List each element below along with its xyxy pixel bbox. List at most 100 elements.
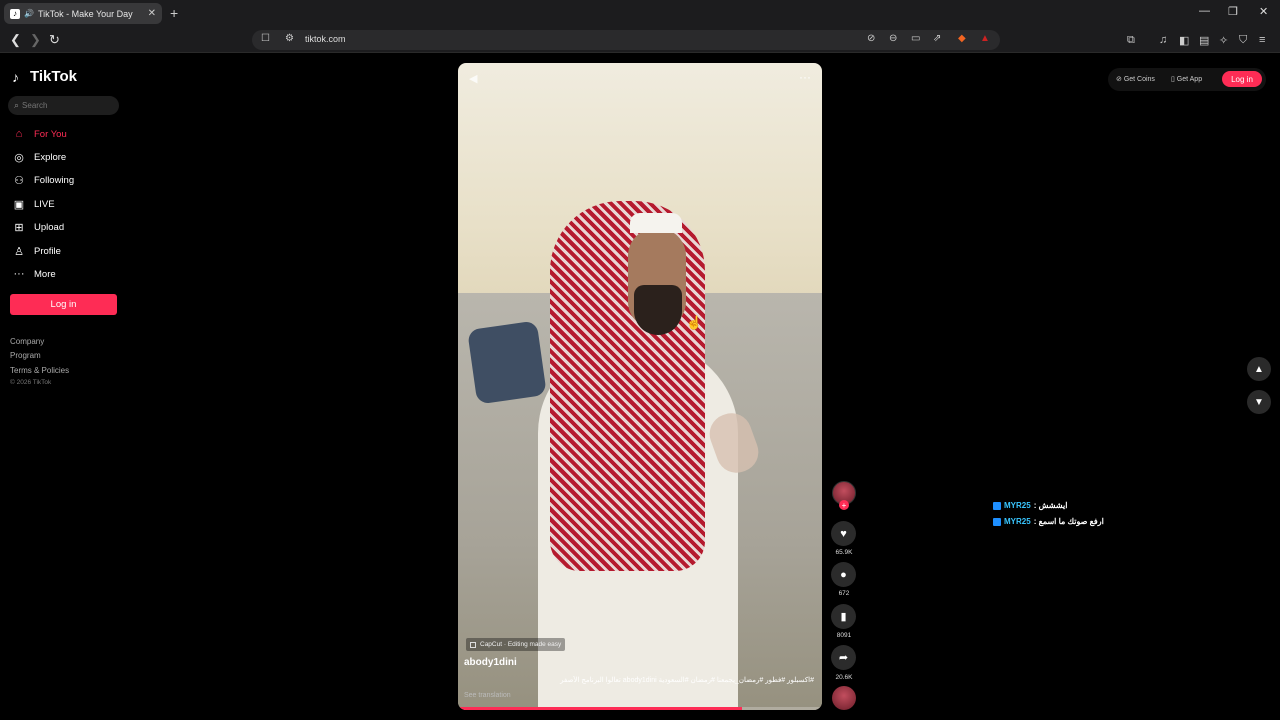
sidebar-item-label: LIVE <box>34 199 55 210</box>
video-frame-pillow <box>467 320 547 405</box>
previous-video-button[interactable]: ▲ <box>1247 357 1271 381</box>
search-input[interactable] <box>22 101 113 110</box>
comment-button[interactable]: ● <box>831 562 856 587</box>
chat-badge-icon <box>993 517 1001 526</box>
get-coins-button[interactable]: ⊘ Get Coins <box>1116 75 1155 83</box>
sidebar-item-label: Explore <box>34 152 67 163</box>
chat-message: MYR25 : ارفع صوتك ما اسمع <box>993 517 1104 526</box>
logo-text: TikTok <box>30 68 77 85</box>
close-window-button[interactable]: ✕ <box>1259 5 1268 18</box>
vpn-icon[interactable]: ⛉ <box>1239 34 1247 47</box>
footer-link-company[interactable]: Company <box>10 337 44 346</box>
brave-shield-icon[interactable]: ◆ <box>958 33 966 44</box>
chat-username: MYR25 <box>1004 517 1031 526</box>
live-icon: ▣ <box>13 199 25 211</box>
share-arrow-icon: ➦ <box>838 652 849 664</box>
home-icon: ⌂ <box>15 128 23 140</box>
tab-close-icon[interactable]: ✕ <box>148 8 156 19</box>
share-icon[interactable]: ⇗ <box>933 33 941 44</box>
capcut-label: CapCut · Editing made easy <box>480 641 562 648</box>
sidebar-item-more[interactable]: ··· More <box>12 268 56 280</box>
site-info-icon[interactable]: ⚙ <box>285 33 294 44</box>
video-progress-fill <box>458 707 742 710</box>
comment-icon: ● <box>840 568 847 581</box>
sidebar-item-label: More <box>34 268 56 280</box>
sidebar-item-profile[interactable]: ♙ Profile <box>12 245 61 258</box>
chat-text: : ارفع صوتك ما اسمع <box>1033 517 1104 526</box>
share-button[interactable]: ➦ <box>831 645 856 670</box>
sidebar-icon[interactable]: ◧ <box>1179 34 1189 47</box>
tab-search-icon[interactable]: ⧉ <box>1127 34 1135 47</box>
top-login-button[interactable]: Log in <box>1222 71 1262 87</box>
comment-count: 672 <box>838 590 850 597</box>
share-count: 20.6K <box>835 674 853 681</box>
sidebar-item-label: For You <box>34 128 67 140</box>
following-icon: ⚇ <box>14 175 24 187</box>
wallet-icon[interactable]: ▤ <box>1199 34 1209 47</box>
chat-username: MYR25 <box>1004 501 1031 510</box>
address-bar[interactable]: ☐ ⚙ tiktok.com ⊘ ⊖ ▭ ⇗ ◆ ▲ <box>252 30 1000 50</box>
chat-badge-icon <box>993 501 1001 510</box>
copyright: © 2026 TikTok <box>10 379 52 386</box>
tiktok-logo[interactable]: ♪ TikTok <box>12 68 77 85</box>
sidebar-item-for-you[interactable]: ⌂ For You <box>12 128 67 140</box>
chevron-up-icon: ▲ <box>1254 363 1264 375</box>
music-disc-avatar[interactable] <box>832 686 856 710</box>
mute-icon[interactable]: ◀ <box>469 72 477 85</box>
cast-icon[interactable]: ▭ <box>911 33 920 44</box>
browser-tab-bar: ♪ 🔊 TikTok - Make Your Day ✕ + — ❐ ✕ <box>0 0 1280 27</box>
sidebar-item-live[interactable]: ▣ LIVE <box>12 198 55 211</box>
footer-link-terms[interactable]: Terms & Policies <box>10 366 69 375</box>
browser-nav-bar: ❮ ❯ ↻ ☐ ⚙ tiktok.com ⊘ ⊖ ▭ ⇗ ◆ ▲ ⧉ ♫ ◧ ▤… <box>0 27 1280 53</box>
back-icon[interactable]: ❮ <box>10 32 21 48</box>
video-player[interactable]: ◀ ··· ☝ CapCut · Editing made easy abody… <box>458 63 822 710</box>
video-frame-cap <box>630 213 682 233</box>
no-tracking-icon[interactable]: ⊘ <box>867 33 875 44</box>
footer-link-program[interactable]: Program <box>10 351 41 360</box>
speaker-icon: 🔊 <box>24 9 34 18</box>
more-options-icon[interactable]: ··· <box>799 70 811 84</box>
like-button[interactable]: ♥ <box>831 521 856 546</box>
sidebar-item-explore[interactable]: ◎ Explore <box>12 151 66 164</box>
sidebar-item-label: Profile <box>34 246 61 257</box>
search-box[interactable]: ⌕ <box>8 96 119 115</box>
zoom-icon[interactable]: ⊖ <box>889 33 897 44</box>
see-translation-link[interactable]: See translation <box>464 692 511 699</box>
cursor-icon: ☝ <box>686 315 703 330</box>
video-frame-beard <box>634 285 682 335</box>
like-count: 65.9K <box>835 549 853 556</box>
video-description: #اكسبلور #فطور #رمضان_يجمعنا #رمضان #الس… <box>560 677 814 684</box>
menu-icon[interactable]: ≡ <box>1259 34 1265 46</box>
bookmark-icon[interactable]: ☐ <box>261 33 270 44</box>
leo-ai-icon[interactable]: ✧ <box>1219 34 1228 47</box>
tiktok-favicon-icon: ♪ <box>10 8 20 19</box>
maximize-button[interactable]: ❐ <box>1228 5 1238 18</box>
sidebar-item-label: Upload <box>34 222 65 233</box>
get-app-label: Get App <box>1176 76 1203 83</box>
video-author[interactable]: abody1dini <box>464 657 517 668</box>
save-button[interactable]: ▮ <box>831 604 856 629</box>
follow-plus-icon[interactable]: + <box>839 500 849 510</box>
chat-message: MYR25 : ايششش <box>993 501 1068 510</box>
capcut-badge[interactable]: CapCut · Editing made easy <box>466 638 566 651</box>
forward-icon[interactable]: ❯ <box>30 32 41 48</box>
profile-icon: ♙ <box>14 246 24 258</box>
sidebar-login-button[interactable]: Log in <box>10 294 117 315</box>
heart-icon: ♥ <box>840 527 847 540</box>
new-tab-button[interactable]: + <box>170 5 178 21</box>
sidebar-item-upload[interactable]: ⊞ Upload <box>12 221 64 234</box>
minimize-button[interactable]: — <box>1199 5 1210 17</box>
chevron-down-icon: ▼ <box>1254 396 1264 408</box>
media-icon[interactable]: ♫ <box>1159 34 1167 46</box>
capcut-icon <box>470 641 476 648</box>
reload-icon[interactable]: ↻ <box>49 32 60 48</box>
url-text[interactable]: tiktok.com <box>305 34 346 44</box>
bookmark-icon: ▮ <box>840 611 847 623</box>
sidebar-item-following[interactable]: ⚇ Following <box>12 174 74 187</box>
get-app-button[interactable]: ▯ Get App <box>1171 75 1202 83</box>
browser-tab[interactable]: ♪ 🔊 TikTok - Make Your Day ✕ <box>4 3 162 24</box>
video-progress-bar[interactable] <box>458 707 822 710</box>
brave-rewards-icon[interactable]: ▲ <box>980 33 990 44</box>
more-icon: ··· <box>13 268 25 280</box>
next-video-button[interactable]: ▼ <box>1247 390 1271 414</box>
